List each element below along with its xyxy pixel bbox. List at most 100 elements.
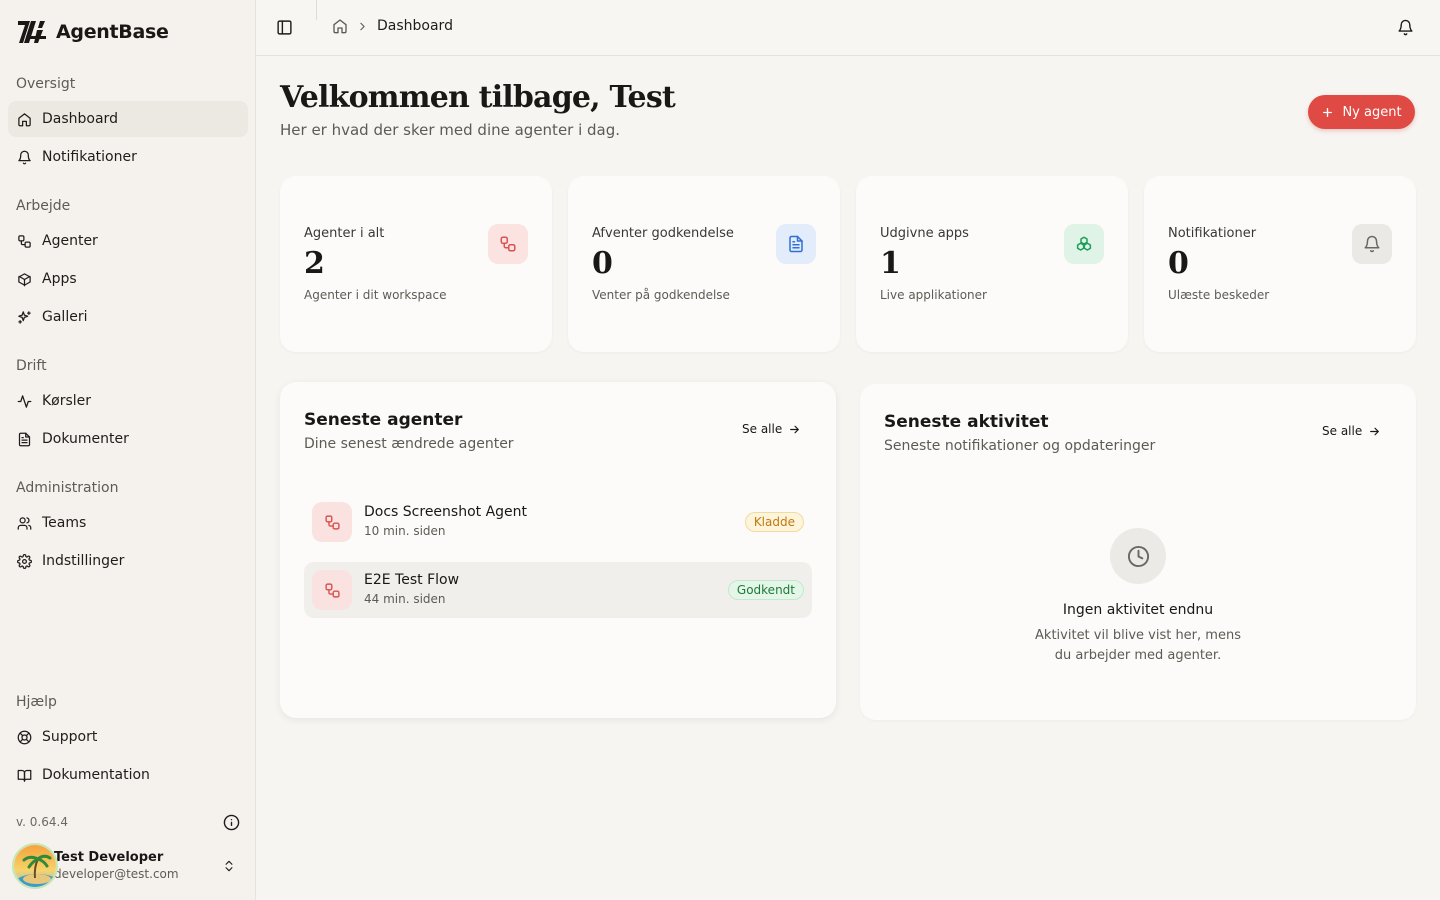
- workflow-icon: [18, 234, 31, 248]
- agent-icon-box: [312, 502, 352, 542]
- app-name: AgentBase: [56, 21, 169, 43]
- nav-heading: Hjælp: [16, 694, 57, 710]
- empty-state-icon-box: [1110, 528, 1166, 584]
- stat-caption: Live applikationer: [880, 288, 987, 302]
- stat-label: Afventer godkendelse: [592, 226, 734, 241]
- user-name: Test Developer: [54, 850, 164, 865]
- stat-value: 2: [304, 246, 325, 281]
- sidebar-item-indstillinger[interactable]: Indstillinger: [8, 543, 248, 579]
- panel-title: Seneste aktivitet: [884, 412, 1049, 432]
- sidebar-item-galleri[interactable]: Galleri: [8, 299, 248, 335]
- app-version: v. 0.64.4: [16, 815, 68, 829]
- sidebar-toggle-icon[interactable]: [276, 19, 293, 36]
- app-logo[interactable]: AgentBase: [16, 18, 169, 46]
- logo-mark-icon: [18, 21, 46, 43]
- recent-agents-panel: Seneste agenter Dine senest ændrede agen…: [280, 382, 836, 718]
- sidebar-item-label: Apps: [42, 271, 77, 287]
- sidebar-item-label: Dokumentation: [42, 767, 150, 783]
- clock-icon: [1127, 545, 1149, 567]
- stat-icon-box: [488, 224, 528, 264]
- page-subtitle: Her er hvad der sker med dine agenter i …: [280, 121, 621, 139]
- sidebar-item-label: Notifikationer: [42, 149, 137, 165]
- sidebar-item-label: Galleri: [42, 309, 88, 325]
- stat-icon-box: [1352, 224, 1392, 264]
- version-row: v. 0.64.4: [16, 812, 240, 832]
- stat-card-notifications: Notifikationer 0 Ulæste beskeder: [1144, 176, 1416, 352]
- agent-list-item[interactable]: E2E Test Flow 44 min. siden Godkendt: [304, 562, 812, 618]
- user-menu[interactable]: Test Developer developer@test.com: [12, 842, 244, 890]
- life-buoy-icon: [17, 730, 32, 744]
- status-badge: Godkendt: [727, 580, 804, 600]
- panel-subtitle: Seneste notifikationer og opdateringer: [884, 438, 1156, 454]
- sidebar-item-notifikationer[interactable]: Notifikationer: [8, 139, 248, 175]
- sidebar-item-label: Kørsler: [42, 393, 92, 409]
- stat-card-agents: Agenter i alt 2 Agenter i dit workspace: [280, 176, 552, 352]
- sidebar-item-label: Dashboard: [42, 111, 118, 127]
- arrow-right-icon: [1370, 427, 1380, 435]
- stat-card-apps: Udgivne apps 1 Live applikationer: [856, 176, 1128, 352]
- see-all-label: Se alle: [742, 422, 783, 436]
- nav-group-hjaelp: Hjælp Support Dokumentation: [8, 691, 248, 795]
- stat-caption: Venter på godkendelse: [592, 288, 730, 302]
- stat-label: Udgivne apps: [880, 226, 969, 241]
- breadcrumb: Dashboard: [332, 18, 453, 34]
- nav-heading: Arbejde: [16, 198, 71, 214]
- info-icon[interactable]: [223, 814, 240, 831]
- stat-icon-box: [1064, 224, 1104, 264]
- users-icon: [17, 516, 32, 530]
- stat-label: Agenter i alt: [304, 226, 385, 241]
- new-agent-button[interactable]: Ny agent: [1308, 95, 1415, 129]
- nav-heading: Drift: [16, 358, 47, 374]
- nav-group-arbejde: Arbejde Agenter Apps Galleri: [8, 195, 248, 337]
- book-open-icon: [17, 769, 32, 782]
- activity-icon: [17, 394, 32, 408]
- sidebar-item-dokumenter[interactable]: Dokumenter: [8, 421, 248, 457]
- nav-heading: Administration: [16, 480, 119, 496]
- chevrons-up-down-icon: [225, 860, 233, 872]
- nav-group-drift: Drift Kørsler Dokumenter: [8, 355, 248, 459]
- file-text-icon: [18, 432, 31, 446]
- boxes-icon: [1076, 236, 1092, 251]
- box-icon: [18, 272, 31, 286]
- stat-value: 1: [880, 246, 901, 281]
- nav-heading: Oversigt: [16, 76, 76, 92]
- sidebar-item-dokumentation[interactable]: Dokumentation: [8, 757, 248, 793]
- agent-name: E2E Test Flow: [364, 572, 460, 588]
- breadcrumb-current: Dashboard: [377, 18, 453, 34]
- sidebar-item-label: Indstillinger: [42, 553, 125, 569]
- sidebar-item-dashboard[interactable]: Dashboard: [8, 101, 248, 137]
- sidebar-item-korsler[interactable]: Kørsler: [8, 383, 248, 419]
- see-all-activity-link[interactable]: Se alle: [1322, 424, 1381, 438]
- home-icon: [18, 112, 31, 126]
- avatar-island-image: [14, 845, 56, 887]
- agent-list-item[interactable]: Docs Screenshot Agent 10 min. siden Klad…: [304, 494, 812, 550]
- nav-group-administration: Administration Teams Indstillinger: [8, 477, 248, 581]
- sidebar-item-teams[interactable]: Teams: [8, 505, 248, 541]
- stat-card-pending: Afventer godkendelse 0 Venter på godkend…: [568, 176, 840, 352]
- home-icon[interactable]: [332, 18, 348, 34]
- sidebar-item-label: Support: [42, 729, 98, 745]
- sidebar-item-agenter[interactable]: Agenter: [8, 223, 248, 259]
- bell-icon[interactable]: [1397, 19, 1414, 36]
- chevron-right-icon: [360, 22, 365, 30]
- workflow-icon: [500, 236, 516, 252]
- recent-activity-panel: Seneste aktivitet Seneste notifikationer…: [860, 384, 1416, 720]
- agent-time: 44 min. siden: [364, 592, 446, 606]
- page-title: Velkommen tilbage, Test: [280, 80, 676, 115]
- stat-label: Notifikationer: [1168, 226, 1257, 241]
- workflow-icon: [324, 582, 340, 598]
- stat-value: 0: [592, 246, 613, 281]
- agent-time: 10 min. siden: [364, 524, 446, 538]
- sidebar-item-apps[interactable]: Apps: [8, 261, 248, 297]
- stat-value: 0: [1168, 246, 1189, 281]
- see-all-agents-link[interactable]: Se alle: [742, 422, 801, 436]
- avatar: [12, 843, 58, 889]
- sidebar: AgentBase Oversigt Dashboard Notifikatio…: [0, 0, 256, 900]
- workflow-icon: [324, 514, 340, 530]
- empty-state-text: Aktivitet vil blive vist her, mens du ar…: [1035, 628, 1241, 663]
- sidebar-item-support[interactable]: Support: [8, 719, 248, 755]
- nav-group-oversigt: Oversigt Dashboard Notifikationer: [8, 73, 248, 177]
- agent-icon-box: [312, 570, 352, 610]
- agent-name: Docs Screenshot Agent: [364, 504, 528, 520]
- status-badge: Kladde: [744, 512, 804, 532]
